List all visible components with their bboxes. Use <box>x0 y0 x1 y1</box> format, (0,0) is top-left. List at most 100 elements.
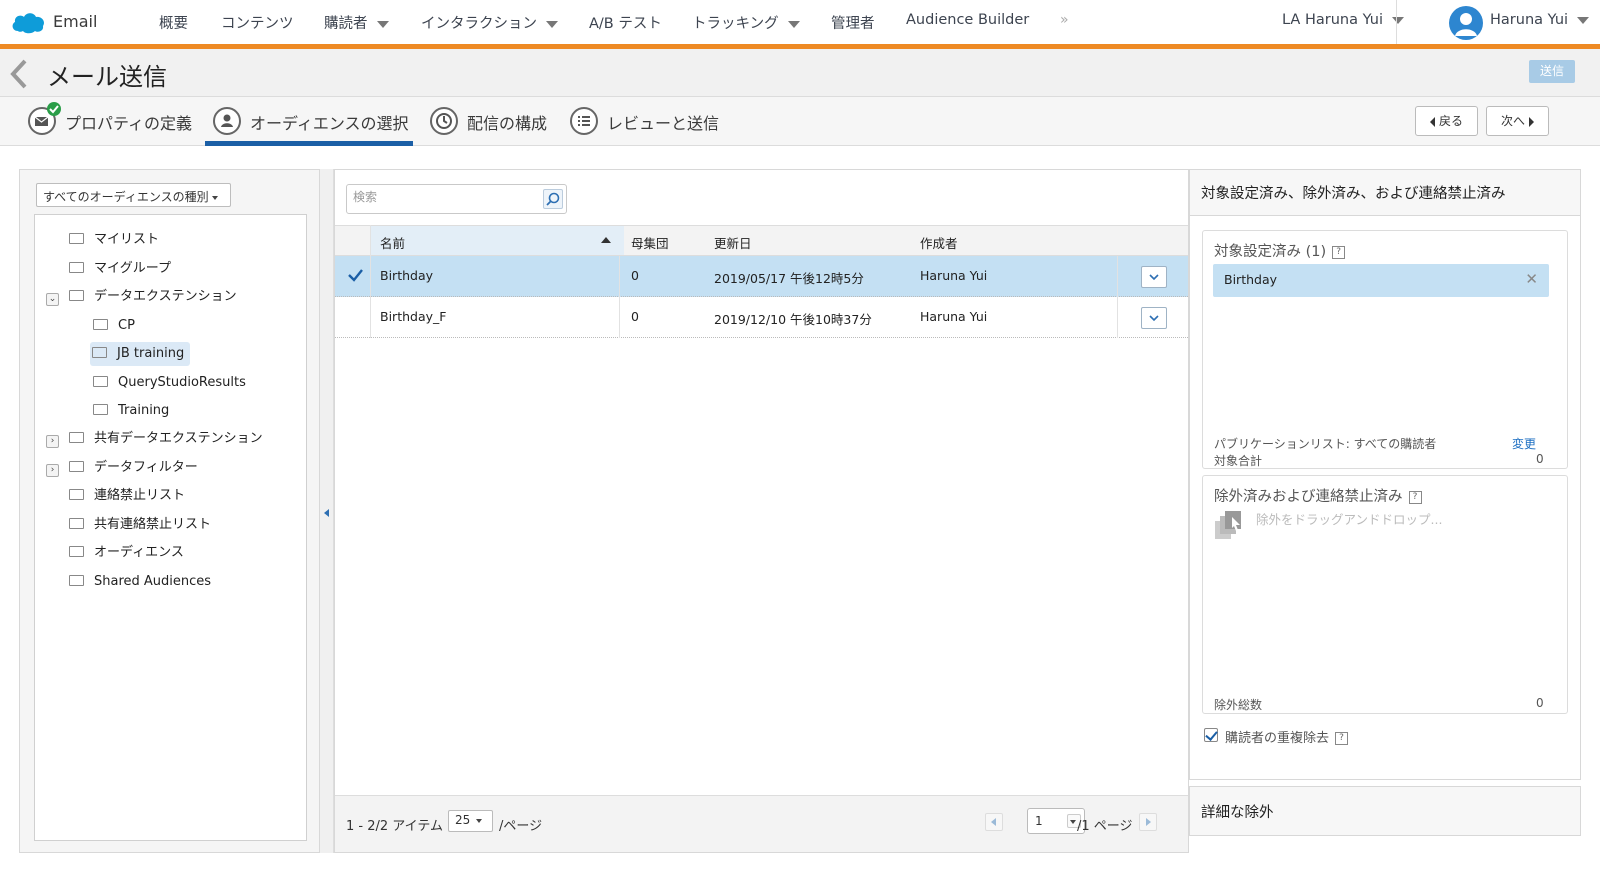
folder-icon <box>69 290 84 301</box>
check-icon <box>348 269 363 282</box>
expand-toggle-icon[interactable]: › <box>46 464 59 477</box>
column-creator[interactable]: 作成者 <box>920 233 958 252</box>
advanced-exclusions-section[interactable]: 詳細な除外 <box>1189 786 1581 836</box>
back-button[interactable]: 戻る <box>1415 106 1478 136</box>
cell-name: Birthday_F <box>380 309 447 324</box>
back-chevron-icon[interactable] <box>9 57 29 91</box>
tree-item-data-extensions[interactable]: データエクステンション <box>69 285 237 309</box>
search-icon[interactable] <box>543 189 563 209</box>
step-label: オーディエンスの選択 <box>250 114 409 133</box>
nav-audience-builder[interactable]: Audience Builder <box>906 12 1029 28</box>
nav-interactions[interactable]: インタラクション <box>421 12 558 33</box>
chevron-left-icon <box>1429 116 1435 127</box>
folder-icon <box>69 575 84 586</box>
step-label: プロパティの定義 <box>65 114 193 133</box>
advanced-exclusions-label: 詳細な除外 <box>1201 805 1274 821</box>
help-icon[interactable]: ? <box>1408 490 1422 504</box>
chevron-down-icon <box>546 20 558 28</box>
cell-creator: Haruna Yui <box>920 309 988 324</box>
nav-admin[interactable]: 管理者 <box>831 12 875 33</box>
per-page-select[interactable]: 25 <box>448 810 493 832</box>
next-page-icon[interactable] <box>1139 813 1157 831</box>
nav-subscribers[interactable]: 購読者 <box>324 12 389 33</box>
cell-name: Birthday <box>380 268 434 283</box>
help-icon[interactable]: ? <box>1335 732 1349 745</box>
wizard-steps: プロパティの定義 オーディエンスの選択 配信の構成 レビューと送信 戻る 次へ <box>0 97 1600 146</box>
change-link[interactable]: 変更 <box>1512 435 1536 452</box>
tree-item-suppression-lists[interactable]: 連絡禁止リスト <box>69 484 185 508</box>
nav-more-icon[interactable]: » <box>1060 12 1069 28</box>
cell-updated: 2019/12/10 午後10時37分 <box>714 312 872 327</box>
folder-tree: マイリスト マイグループ ⌄ データエクステンション CP JB trainin… <box>34 214 307 841</box>
avatar[interactable] <box>1449 6 1483 40</box>
cell-creator: Haruna Yui <box>920 268 988 283</box>
cell-updated: 2019/05/17 午後12時5分 <box>714 271 864 286</box>
column-updated[interactable]: 更新日 <box>714 233 752 252</box>
row-menu-button[interactable] <box>1141 307 1167 329</box>
user-menu[interactable]: Haruna Yui <box>1490 12 1590 28</box>
chevron-down-icon <box>1577 16 1590 24</box>
tree-item-audiences[interactable]: オーディエンス <box>69 541 184 565</box>
chevron-down-icon <box>1070 820 1076 824</box>
nav-tracking[interactable]: トラッキング <box>692 12 800 33</box>
next-button[interactable]: 次へ <box>1486 106 1549 136</box>
tree-item-training[interactable]: Training <box>93 399 169 423</box>
folder-icon <box>69 233 84 244</box>
column-population[interactable]: 母集団 <box>631 233 669 252</box>
tree-item-data-filters[interactable]: データフィルター <box>69 456 198 480</box>
tree-item-my-groups[interactable]: マイグループ <box>69 257 171 281</box>
tree-item-my-lists[interactable]: マイリスト <box>69 228 159 252</box>
targeted-item[interactable]: Birthday ✕ <box>1213 264 1549 297</box>
column-name[interactable]: 名前 <box>380 233 405 252</box>
chevron-down-icon <box>1391 16 1404 24</box>
table-header: 名前 母集団 更新日 作成者 <box>335 225 1188 256</box>
account-switcher[interactable]: LA Haruna Yui <box>1282 12 1404 28</box>
targeted-title: 対象設定済み (1)? <box>1214 240 1346 261</box>
close-icon[interactable]: ✕ <box>1525 270 1538 288</box>
page-total: /1 ページ <box>1077 819 1133 834</box>
top-navigation: Email 概要 コンテンツ 購読者 インタラクション A/B テスト トラッキ… <box>0 0 1600 49</box>
tree-item-cp[interactable]: CP <box>93 314 135 338</box>
folder-icon <box>93 404 108 415</box>
nav-ab-test[interactable]: A/B テスト <box>589 12 662 33</box>
tree-item-jb-training[interactable]: JB training <box>90 342 191 366</box>
chevron-down-icon <box>476 818 483 823</box>
nav-overview[interactable]: 概要 <box>159 12 188 33</box>
app-name[interactable]: Email <box>53 12 97 31</box>
row-menu-button[interactable] <box>1141 266 1167 288</box>
search-input[interactable] <box>353 190 533 204</box>
help-icon[interactable]: ? <box>1332 245 1346 259</box>
sort-ascending-icon[interactable] <box>601 237 611 243</box>
send-button[interactable]: 送信 <box>1529 60 1575 83</box>
folder-icon <box>69 546 84 557</box>
folder-icon <box>69 432 84 443</box>
excluded-total-value: 0 <box>1536 696 1544 710</box>
folder-icon <box>69 489 84 500</box>
dedupe-label: 購読者の重複除去? <box>1225 727 1349 746</box>
folder-icon <box>69 518 84 529</box>
selection-body: 対象設定済み (1)? Birthday ✕ パブリケーションリスト: すべての… <box>1189 216 1581 780</box>
table-row[interactable]: Birthday 0 2019/05/17 午後12時5分 Haruna Yui <box>335 256 1188 297</box>
cell-population: 0 <box>631 268 639 283</box>
collapse-toggle-icon[interactable]: ⌄ <box>46 293 59 306</box>
collapse-left-icon[interactable] <box>324 509 329 517</box>
chevron-down-icon <box>1149 315 1159 322</box>
nav-content[interactable]: コンテンツ <box>221 12 294 33</box>
tree-item-shared-data-extensions[interactable]: 共有データエクステンション <box>69 427 263 451</box>
expand-toggle-icon[interactable]: › <box>46 435 59 448</box>
clock-icon <box>430 107 458 135</box>
selection-header: 対象設定済み、除外済み、および連絡禁止済み <box>1189 169 1581 216</box>
tree-item-shared-suppression-lists[interactable]: 共有連絡禁止リスト <box>69 513 211 537</box>
panel-splitter[interactable] <box>320 169 334 853</box>
table-row[interactable]: Birthday_F 0 2019/12/10 午後10時37分 Haruna … <box>335 297 1188 338</box>
prev-page-icon[interactable] <box>985 813 1003 831</box>
drag-drop-icon <box>1215 511 1241 539</box>
tree-item-query-studio-results[interactable]: QueryStudioResults <box>93 371 246 395</box>
salesforce-cloud-logo[interactable] <box>10 9 46 35</box>
target-total-value: 0 <box>1536 452 1544 466</box>
audience-type-select[interactable]: すべてのオーディエンスの種別 <box>36 183 231 207</box>
tree-item-shared-audiences[interactable]: Shared Audiences <box>69 570 211 594</box>
user-icon <box>1455 13 1477 36</box>
targeted-item-label: Birthday <box>1224 272 1278 287</box>
dedupe-checkbox[interactable] <box>1204 728 1218 742</box>
